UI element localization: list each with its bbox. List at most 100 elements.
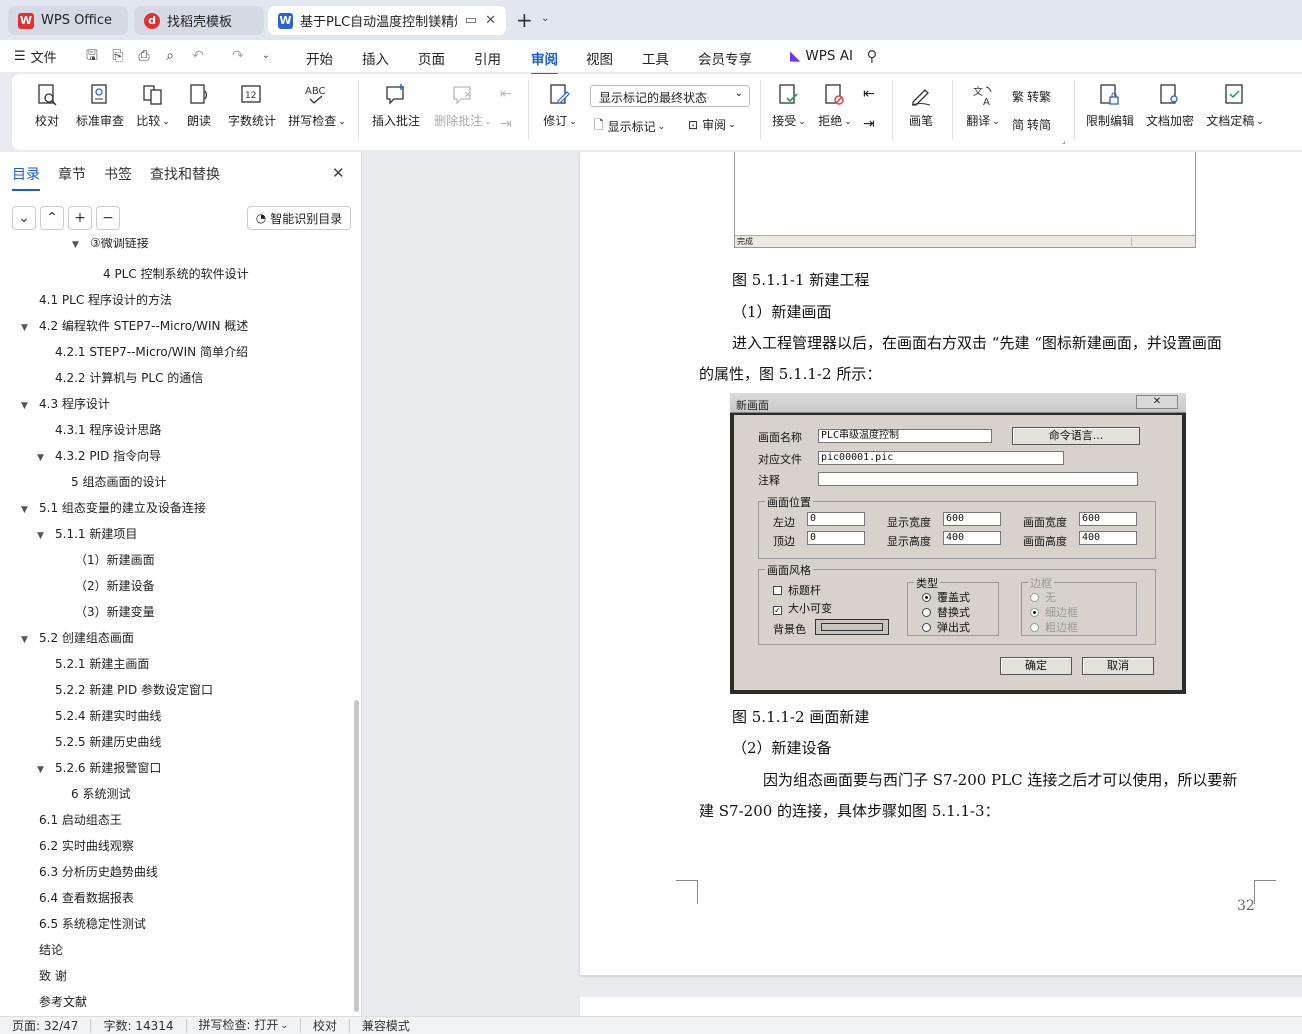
collapse-arrow-icon[interactable]: ▼ [72, 240, 84, 250]
search-icon[interactable]: ⚲ [864, 48, 880, 64]
reject-button[interactable]: 拒绝 ⌄ [816, 82, 854, 129]
collapse-up-button[interactable]: ⌃ [40, 206, 64, 230]
next-comment-icon[interactable]: ⇥ [500, 116, 512, 132]
toc-item[interactable]: 致 谢 [39, 965, 67, 987]
tab-chapters[interactable]: 章节 [58, 164, 86, 184]
menu-references[interactable]: 引用 [474, 48, 501, 68]
toc-item[interactable]: 4.1 PLC 程序设计的方法 [39, 289, 172, 311]
toc-item[interactable]: 参考文献 [39, 991, 87, 1013]
to-simplified-button[interactable]: 简转简 [1012, 116, 1051, 133]
print-icon[interactable]: ⎙ [136, 48, 152, 64]
toc-item[interactable]: ▼ 4.2 编程软件 STEP7--Micro/WIN 概述 [21, 315, 248, 337]
toc-item[interactable]: 4 PLC 控制系统的软件设计 [103, 263, 249, 285]
toc-item[interactable]: ▼ 5.1 组态变量的建立及设备连接 [21, 497, 206, 519]
compare-button[interactable]: 比较 ⌄ [134, 82, 172, 129]
tab-templates[interactable]: d 找稻壳模板 [134, 6, 264, 35]
toc-item[interactable]: 6 系统测试 [71, 783, 130, 805]
tab-bookmarks[interactable]: 书签 [104, 164, 132, 184]
delete-comment-button[interactable]: 删除批注 ⌄ [432, 82, 494, 129]
add-heading-button[interactable]: + [68, 206, 92, 230]
toc-item[interactable]: （1）新建画面 [75, 549, 155, 571]
translate-button[interactable]: 文A 翻译 ⌄ [964, 82, 1002, 129]
menu-page[interactable]: 页面 [418, 48, 445, 68]
toc-item[interactable]: 5.2.5 新建历史曲线 [55, 731, 161, 753]
accept-button[interactable]: 接受 ⌄ [770, 82, 808, 129]
markup-state-select[interactable]: 显示标记的最终状态 ⌄ [590, 85, 750, 107]
previous-change-icon[interactable]: ⇤ [863, 86, 875, 102]
next-change-icon[interactable]: ⇥ [863, 116, 875, 132]
menu-review[interactable]: 审阅 [531, 48, 558, 75]
toc-item[interactable]: 6.3 分析历史趋势曲线 [39, 861, 158, 883]
close-panel-icon[interactable]: ✕ [332, 164, 345, 182]
toc-item[interactable]: ▼ 5.2 创建组态画面 [21, 627, 134, 649]
quick-access-chevron-icon[interactable]: ⌄ [258, 48, 274, 64]
spell-check-button[interactable]: ABC 拼写检查 ⌄ [286, 82, 348, 129]
collapse-arrow-icon[interactable]: ▼ [37, 447, 49, 469]
tab-current-document[interactable]: W 基于PLC自动温度控制镁精炼 ▭ ✕ [268, 6, 506, 35]
toc-item[interactable]: 5.2.1 新建主画面 [55, 653, 149, 675]
read-aloud-button[interactable]: 朗读 [184, 82, 214, 129]
dialog-launcher-icon[interactable]: ⌟ [1062, 136, 1066, 145]
redo-icon[interactable]: ↷ [230, 48, 246, 64]
menu-view[interactable]: 视图 [586, 48, 613, 68]
undo-icon[interactable]: ↶ [190, 48, 206, 64]
tab-wps-office[interactable]: W WPS Office [8, 6, 128, 35]
toc-item[interactable]: 6.1 启动组态王 [39, 809, 122, 831]
toc-item[interactable]: 5.2.2 新建 PID 参数设定窗口 [55, 679, 213, 701]
wps-ai-button[interactable]: ◣ WPS AI [790, 48, 853, 64]
new-tab-icon[interactable]: + [516, 8, 533, 32]
encrypt-button[interactable]: 文档加密 [1144, 82, 1196, 129]
menu-membership[interactable]: 会员专享 [698, 48, 752, 68]
tab-list-chevron-icon[interactable]: ⌄ [541, 13, 549, 24]
pen-button[interactable]: 画笔 [906, 82, 936, 129]
export-icon[interactable]: ⎘ [110, 48, 126, 64]
toc-item[interactable]: ▼ 5.2.6 新建报警窗口 [37, 757, 161, 779]
restrict-edit-button[interactable]: 限制编辑 [1084, 82, 1136, 129]
previous-comment-icon[interactable]: ⇤ [500, 86, 512, 102]
file-menu[interactable]: ☰ 文件 [14, 47, 57, 66]
collapse-arrow-icon[interactable]: ▼ [37, 525, 49, 547]
toc-item[interactable]: （2）新建设备 [75, 575, 155, 597]
menu-tools[interactable]: 工具 [642, 48, 669, 68]
toc-item[interactable]: 5.2.4 新建实时曲线 [55, 705, 161, 727]
tab-toc[interactable]: 目录 [12, 164, 40, 191]
standard-review-button[interactable]: 标准审查 [74, 82, 126, 129]
window-icon[interactable]: ▭ [465, 13, 477, 28]
to-traditional-button[interactable]: 繁转繁 [1012, 88, 1051, 105]
toc-item[interactable]: 4.2.2 计算机与 PLC 的通信 [55, 367, 203, 389]
toc-item[interactable]: 结论 [39, 939, 63, 961]
toc-item[interactable]: 6.4 查看数据报表 [39, 887, 134, 909]
proofread-button[interactable]: 校对 [30, 82, 64, 129]
page-indicator[interactable]: 页面: 32/47 [0, 1018, 92, 1033]
collapse-arrow-icon[interactable]: ▼ [21, 629, 33, 651]
spell-check-toggle[interactable]: 拼写检查: 打开 ⌄ [187, 1018, 301, 1033]
track-changes-button[interactable]: 修订 ⌄ [540, 82, 580, 129]
toc-item[interactable]: 6.2 实时曲线观察 [39, 835, 134, 857]
finalize-button[interactable]: 文档定稿 ⌄ [1204, 82, 1266, 129]
panel-scrollbar[interactable] [354, 700, 359, 1012]
toc-item[interactable]: （3）新建变量 [75, 601, 155, 623]
print-preview-icon[interactable]: ⌕ [162, 48, 178, 64]
menu-home[interactable]: 开始 [306, 48, 333, 68]
collapse-arrow-icon[interactable]: ▼ [21, 395, 33, 417]
toc-item[interactable]: ▼ 5.1.1 新建项目 [37, 523, 137, 545]
word-count-indicator[interactable]: 字数: 14314 [91, 1018, 187, 1033]
save-icon[interactable]: 🖫 [84, 48, 100, 64]
remove-heading-button[interactable]: − [96, 206, 120, 230]
menu-insert[interactable]: 插入 [362, 48, 389, 68]
close-tab-icon[interactable]: ✕ [485, 13, 496, 28]
proofread-status[interactable]: 校对 [301, 1018, 350, 1033]
insert-comment-button[interactable]: 插入批注 [370, 82, 422, 129]
collapse-arrow-icon[interactable]: ▼ [21, 499, 33, 521]
expand-down-button[interactable]: ⌄ [12, 206, 36, 230]
toc-item[interactable]: 4.2.1 STEP7--Micro/WIN 简单介绍 [55, 341, 248, 363]
word-count-button[interactable]: 12 字数统计 [226, 82, 278, 129]
toc-item[interactable]: ▼ 4.3.2 PID 指令向导 [37, 445, 161, 467]
toc-item[interactable]: ▼ 4.3 程序设计 [21, 393, 110, 415]
show-markup-button[interactable]: 🗋 显示标记 ⌄ [594, 116, 665, 137]
toc-item[interactable]: 5 组态画面的设计 [71, 471, 166, 493]
toc-item[interactable]: ▼ ③微调链接 [72, 238, 149, 252]
toc-item[interactable]: 4.3.1 程序设计思路 [55, 419, 161, 441]
collapse-arrow-icon[interactable]: ▼ [21, 317, 33, 339]
collapse-arrow-icon[interactable]: ▼ [37, 759, 49, 781]
